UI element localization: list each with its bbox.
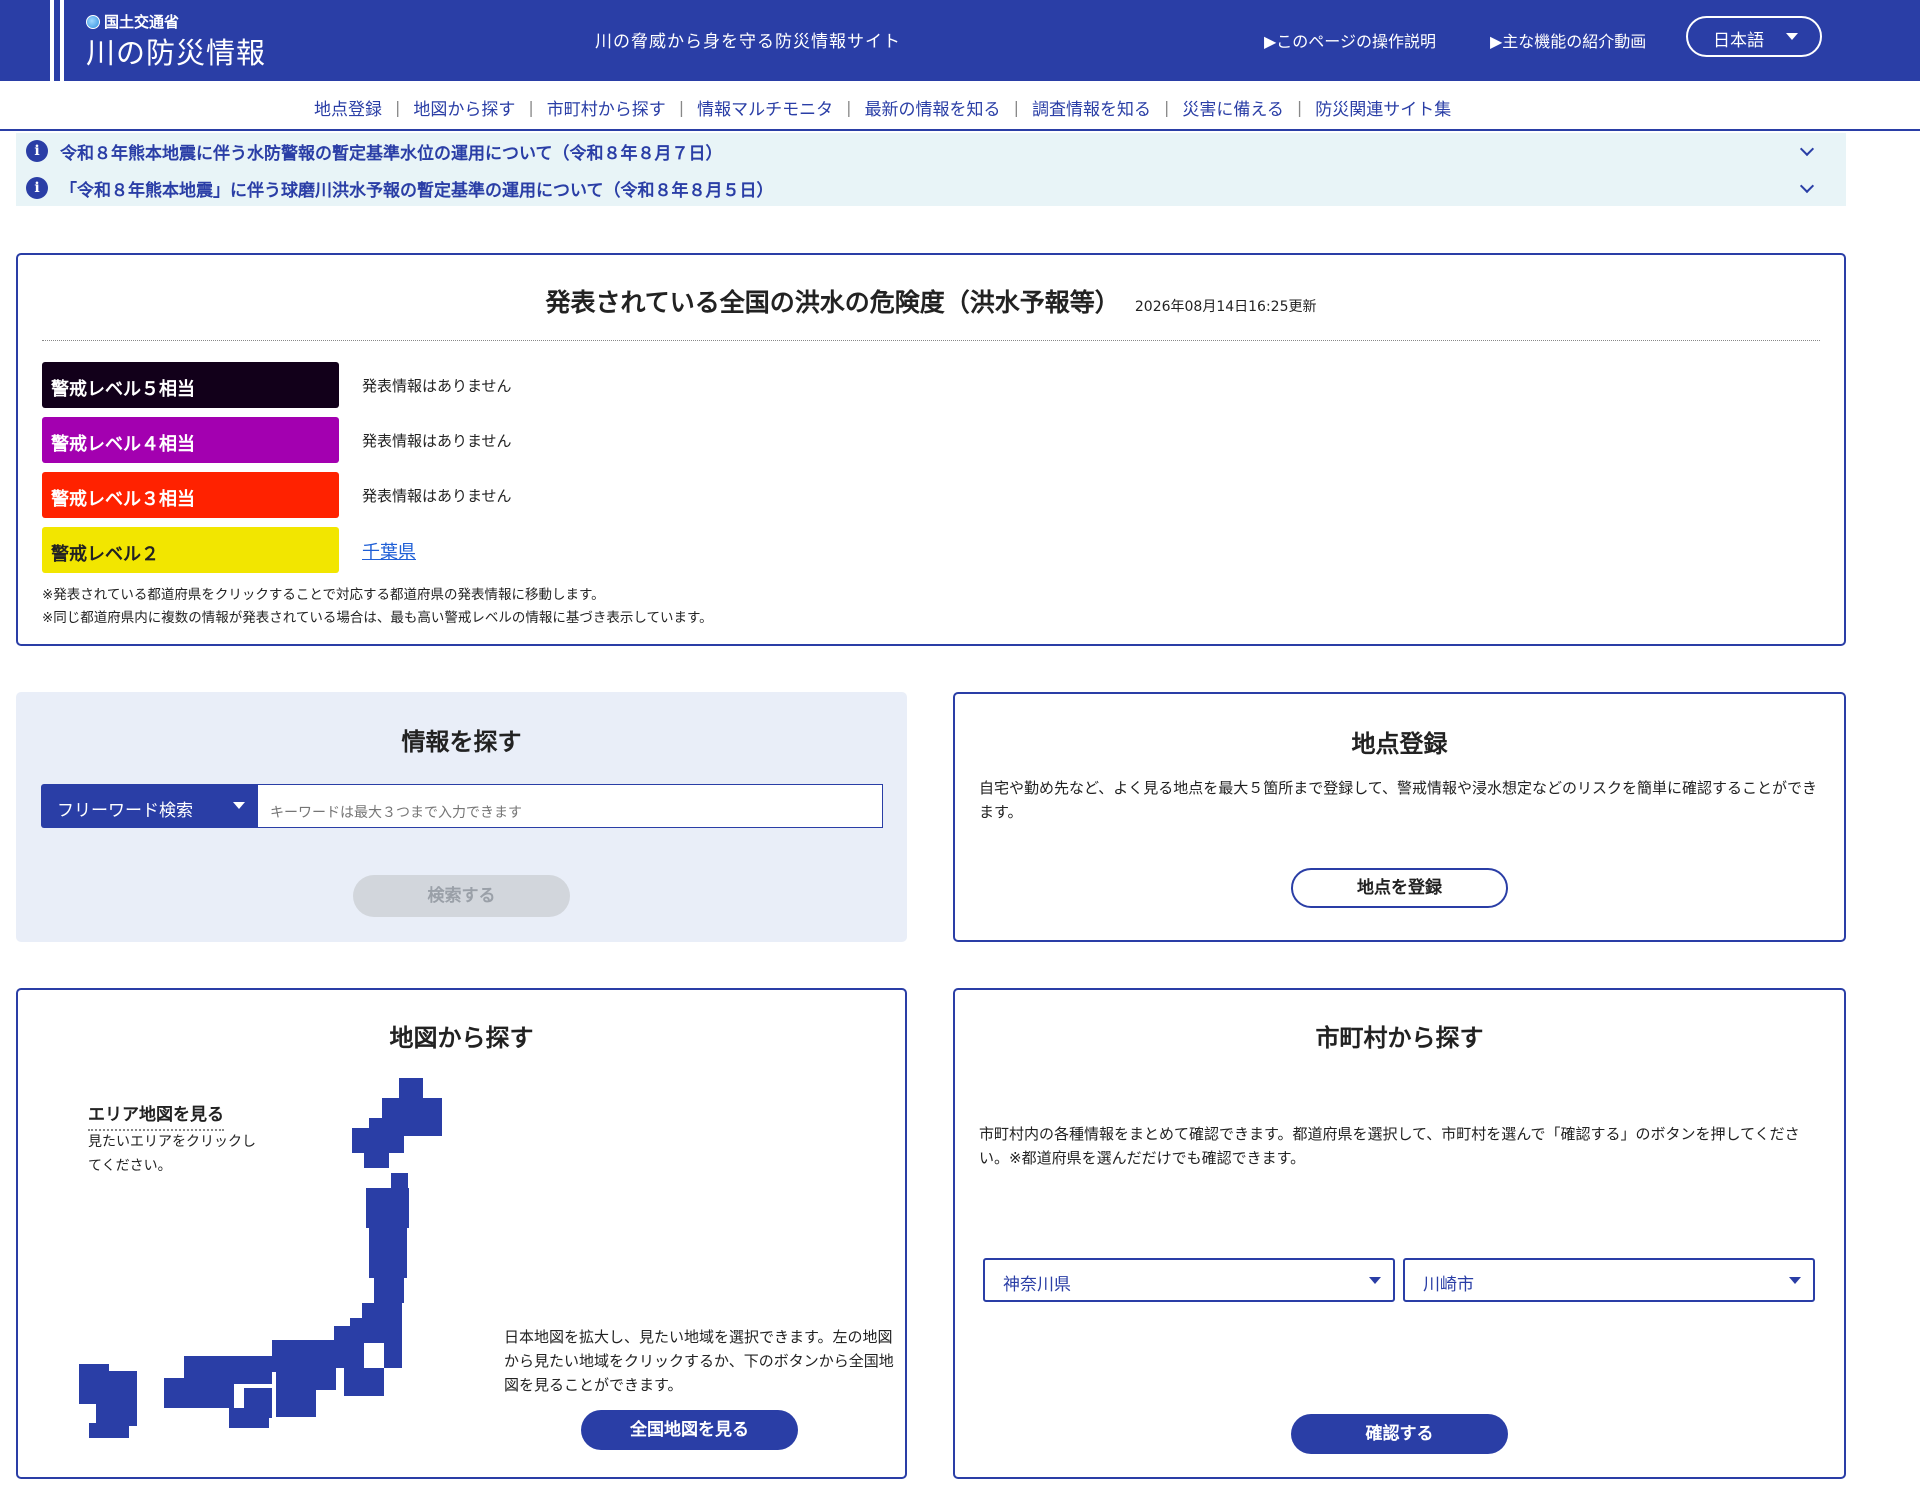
flood-risk-panel: 発表されている全国の洪水の危険度（洪水予報等） 2026年08月14日16:25…	[16, 253, 1846, 646]
chevron-down-icon	[1369, 1277, 1381, 1284]
city-value: 川崎市	[1423, 1275, 1474, 1295]
nav-divider: |	[528, 98, 534, 117]
chevron-down-icon	[233, 802, 245, 809]
prefecture-select[interactable]: 神奈川県	[983, 1258, 1395, 1302]
notice-item[interactable]: i 令和８年熊本地震に伴う水防警報の暫定基準水位の運用について（令和８年８月７日…	[26, 136, 1836, 166]
nav-divider: |	[1163, 98, 1170, 117]
notice-item[interactable]: i 「令和８年熊本地震」に伴う球磨川洪水予報の暫定基準の運用について（令和８年８…	[26, 173, 1836, 203]
flood-note: ※同じ都道府県内に複数の情報が発表されている場合は、最も高い警戒レベルの情報に基…	[42, 610, 713, 626]
chevron-down-icon[interactable]	[1799, 178, 1815, 194]
nav-divider: |	[678, 98, 685, 117]
flood-title: 発表されている全国の洪水の危険度（洪水予報等）	[545, 288, 1120, 317]
global-nav: 地点登録 | 地図から探す | 市町村から探す | 情報マルチモニタ | 最新の…	[0, 81, 1920, 131]
divider	[42, 340, 1820, 341]
flood-note: ※発表されている都道府県をクリックすることで対応する都道府県の発表情報に移動しま…	[42, 587, 605, 603]
nav-item-register[interactable]: 地点登録	[314, 95, 382, 120]
nav-item-latest[interactable]: 最新の情報を知る	[865, 95, 1001, 120]
map-panel: 地図から探す エリア地図を見る 見たいエリアをクリックしてください。 日本地図を…	[16, 988, 907, 1479]
search-mode-value: フリーワード検索	[57, 801, 193, 821]
chevron-down-icon	[1789, 1277, 1801, 1284]
municipality-description: 市町村内の各種情報をまとめて確認できます。都道府県を選択して、市町村を選んで「確…	[979, 1125, 1800, 1167]
site-tagline: 川の脅威から身を守る防災情報サイト	[595, 32, 901, 52]
register-panel: 地点登録 自宅や勤め先など、よく見る地点を最大５箇所まで登録して、警戒情報や浸水…	[953, 692, 1846, 942]
level-status: 発表情報はありません	[362, 432, 512, 450]
flood-updated-time: 2026年08月14日16:25更新	[1134, 299, 1317, 315]
logo-stripes	[50, 0, 70, 81]
notice-list: i 令和８年熊本地震に伴う水防警報の暫定基準水位の運用について（令和８年８月７日…	[16, 133, 1846, 206]
nav-item-prepare[interactable]: 災害に備える	[1182, 95, 1284, 120]
japan-map[interactable]	[44, 1078, 444, 1438]
nav-divider: |	[1296, 98, 1303, 117]
level-status: 発表情報はありません	[362, 487, 512, 505]
confirm-button[interactable]: 確認する	[1291, 1414, 1508, 1454]
feature-video-link[interactable]: ▶主な機能の紹介動画	[1490, 28, 1646, 52]
language-value: 日本語	[1713, 31, 1764, 51]
level-status: 発表情報はありません	[362, 377, 512, 395]
chevron-down-icon	[1786, 33, 1798, 40]
nav-divider: |	[846, 98, 852, 117]
nav-item-map[interactable]: 地図から探す	[413, 95, 515, 120]
level-badge: 警戒レベル４相当	[42, 417, 339, 463]
notice-text: 「令和８年熊本地震」に伴う球磨川洪水予報の暫定基準の運用について（令和８年８月５…	[60, 180, 774, 201]
municipality-panel: 市町村から探す 市町村内の各種情報をまとめて確認できます。都道府県を選択して、市…	[953, 988, 1846, 1479]
notice-text: 令和８年熊本地震に伴う水防警報の暫定基準水位の運用について（令和８年８月７日）	[60, 143, 723, 164]
agency-logo[interactable]: 国土交通省	[86, 11, 179, 32]
city-select[interactable]: 川崎市	[1403, 1258, 1815, 1302]
nav-item-links[interactable]: 防災関連サイト集	[1315, 95, 1451, 120]
site-header: 国土交通省 川の防災情報 川の脅威から身を守る防災情報サイト ▶このページの操作…	[0, 0, 1920, 81]
site-title[interactable]: 川の防災情報	[86, 30, 266, 72]
page-help-link[interactable]: ▶このページの操作説明	[1264, 28, 1436, 52]
register-point-button[interactable]: 地点を登録	[1291, 868, 1508, 908]
map-title: 地図から探す	[389, 1024, 534, 1052]
level-badge: 警戒レベル２	[42, 527, 339, 573]
level-badge: 警戒レベル５相当	[42, 362, 339, 408]
level-badge: 警戒レベル３相当	[42, 472, 339, 518]
search-panel: 情報を探す フリーワード検索 検索する	[16, 692, 907, 942]
search-button[interactable]: 検索する	[353, 875, 570, 917]
region-tohoku[interactable]	[366, 1173, 409, 1303]
agency-emblem-icon	[86, 14, 100, 29]
region-shikoku[interactable]	[229, 1388, 272, 1428]
register-title: 地点登録	[1351, 730, 1448, 758]
info-icon: i	[26, 140, 48, 162]
chevron-down-icon[interactable]	[1799, 141, 1815, 157]
nav-divider: |	[395, 98, 401, 117]
nav-item-multi-monitor[interactable]: 情報マルチモニタ	[697, 95, 833, 120]
search-title: 情報を探す	[401, 728, 522, 756]
nav-item-survey[interactable]: 調査情報を知る	[1032, 95, 1151, 120]
search-input[interactable]	[257, 784, 883, 828]
nav-item-municipality[interactable]: 市町村から探す	[547, 95, 666, 120]
prefecture-value: 神奈川県	[1003, 1275, 1071, 1295]
map-description: 日本地図を拡大し、見たい地域を選択できます。左の地図から見たい地域をクリックする…	[504, 1328, 894, 1394]
view-national-map-button[interactable]: 全国地図を見る	[581, 1410, 798, 1450]
language-select[interactable]: 日本語	[1686, 16, 1822, 57]
agency-name: 国土交通省	[104, 13, 180, 31]
flood-heading: 発表されている全国の洪水の危険度（洪水予報等） 2026年08月14日16:25…	[18, 283, 1844, 319]
search-mode-select[interactable]: フリーワード検索	[41, 784, 257, 828]
info-icon: i	[26, 177, 48, 199]
search-row: フリーワード検索	[41, 784, 883, 828]
municipality-title: 市町村から探す	[1315, 1024, 1484, 1052]
nav-divider: |	[1013, 98, 1019, 117]
prefecture-link[interactable]: 千葉県	[362, 538, 416, 564]
register-description: 自宅や勤め先など、よく見る地点を最大５箇所まで登録して、警戒情報や浸水想定などの…	[979, 779, 1818, 821]
region-kyushu[interactable]	[79, 1364, 137, 1438]
region-kanto[interactable]	[362, 1303, 402, 1368]
region-hokkaido[interactable]	[352, 1078, 442, 1168]
